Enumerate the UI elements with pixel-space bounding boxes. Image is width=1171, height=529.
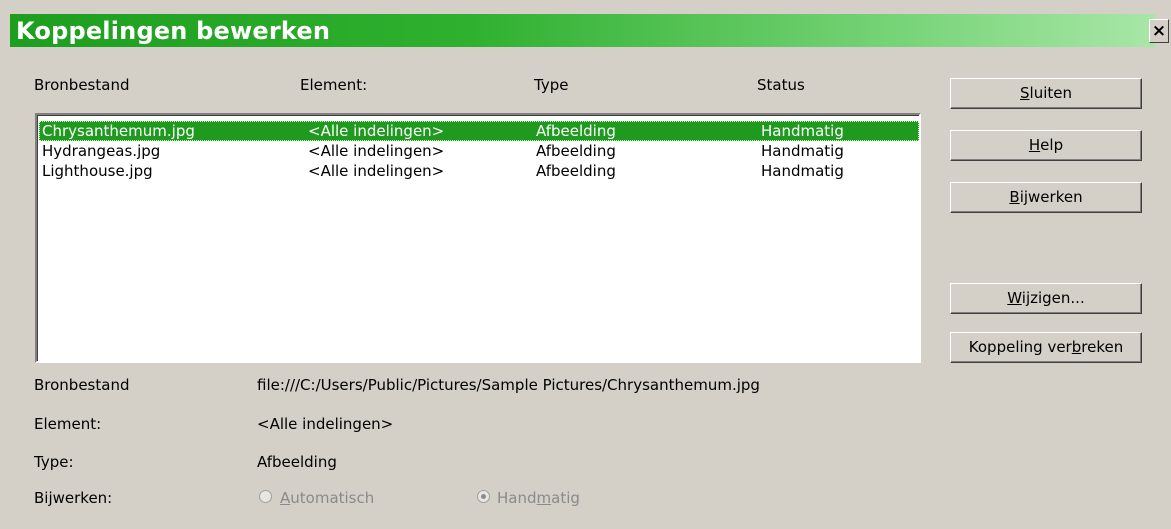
title-bar: Koppelingen bewerken × xyxy=(0,0,1171,52)
change-button[interactable]: Wijzigen... xyxy=(950,283,1142,314)
column-header-source: Bronbestand xyxy=(34,76,130,94)
list-item[interactable]: Hydrangeas.jpg <Alle indelingen> Afbeeld… xyxy=(39,141,919,161)
list-item-file: Chrysanthemum.jpg xyxy=(42,122,195,140)
automatic-radio[interactable] xyxy=(259,490,272,503)
column-header-element: Element: xyxy=(300,76,368,94)
close-button[interactable]: Sluiten xyxy=(950,78,1142,109)
break-link-button[interactable]: Koppeling verbreken xyxy=(950,332,1142,363)
update-mode-label: Bijwerken: xyxy=(34,489,113,507)
list-item-file: Lighthouse.jpg xyxy=(42,162,153,180)
list-item-element: <Alle indelingen> xyxy=(308,162,445,180)
list-item[interactable]: Lighthouse.jpg <Alle indelingen> Afbeeld… xyxy=(39,161,919,181)
source-value: file:///C:/Users/Public/Pictures/Sample … xyxy=(257,376,760,394)
close-icon[interactable]: × xyxy=(1149,19,1169,43)
list-item-type: Afbeelding xyxy=(536,142,616,160)
window-title: Koppelingen bewerken xyxy=(16,17,331,45)
type-value: Afbeelding xyxy=(257,453,337,471)
list-item-element: <Alle indelingen> xyxy=(308,122,445,140)
list-item-file: Hydrangeas.jpg xyxy=(42,142,161,160)
list-item[interactable]: Chrysanthemum.jpg <Alle indelingen> Afbe… xyxy=(39,121,919,141)
element-value: <Alle indelingen> xyxy=(257,415,394,433)
update-button[interactable]: Bijwerken xyxy=(950,182,1142,213)
list-item-element: <Alle indelingen> xyxy=(308,142,445,160)
list-item-status: Handmatig xyxy=(761,162,844,180)
source-label: Bronbestand xyxy=(34,376,130,394)
list-item-type: Afbeelding xyxy=(536,162,616,180)
list-item-status: Handmatig xyxy=(761,122,844,140)
column-header-type: Type xyxy=(534,76,569,94)
list-item-type: Afbeelding xyxy=(536,122,616,140)
element-label: Element: xyxy=(34,415,102,433)
manual-radio[interactable] xyxy=(477,490,490,503)
list-item-status: Handmatig xyxy=(761,142,844,160)
links-list[interactable]: Chrysanthemum.jpg <Alle indelingen> Afbe… xyxy=(35,113,921,363)
column-header-status: Status xyxy=(757,76,805,94)
help-button[interactable]: Help xyxy=(950,130,1142,161)
automatic-radio-label[interactable]: Automatisch xyxy=(280,489,374,507)
type-label: Type: xyxy=(34,453,74,471)
manual-radio-label[interactable]: Handmatig xyxy=(497,489,580,507)
